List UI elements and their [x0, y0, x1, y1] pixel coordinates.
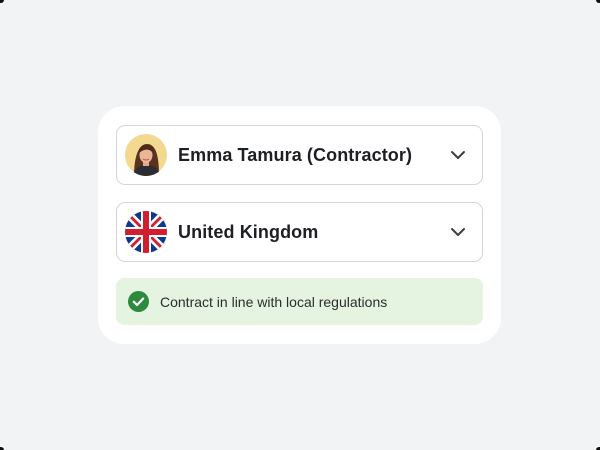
- uk-flag-icon: [125, 211, 167, 253]
- person-name: Emma Tamura (Contractor): [178, 144, 413, 165]
- canvas: Emma Tamura (Contractor) United Kingdom: [0, 0, 600, 450]
- chevron-down-icon[interactable]: [450, 150, 466, 160]
- notice-text: Contract in line with local regulations: [160, 293, 388, 310]
- corner-mark: [596, 0, 600, 3]
- chevron-down-icon[interactable]: [450, 227, 466, 237]
- check-circle-icon: [128, 291, 149, 312]
- user-photo: [125, 134, 167, 176]
- country-name: United Kingdom: [178, 221, 319, 242]
- compliance-notice: Contract in line with local regulations: [116, 278, 483, 325]
- avatar: [125, 134, 167, 176]
- corner-mark: [0, 0, 4, 3]
- country-select[interactable]: United Kingdom: [116, 202, 483, 262]
- contract-card: Emma Tamura (Contractor) United Kingdom: [98, 106, 501, 344]
- person-select[interactable]: Emma Tamura (Contractor): [116, 125, 483, 185]
